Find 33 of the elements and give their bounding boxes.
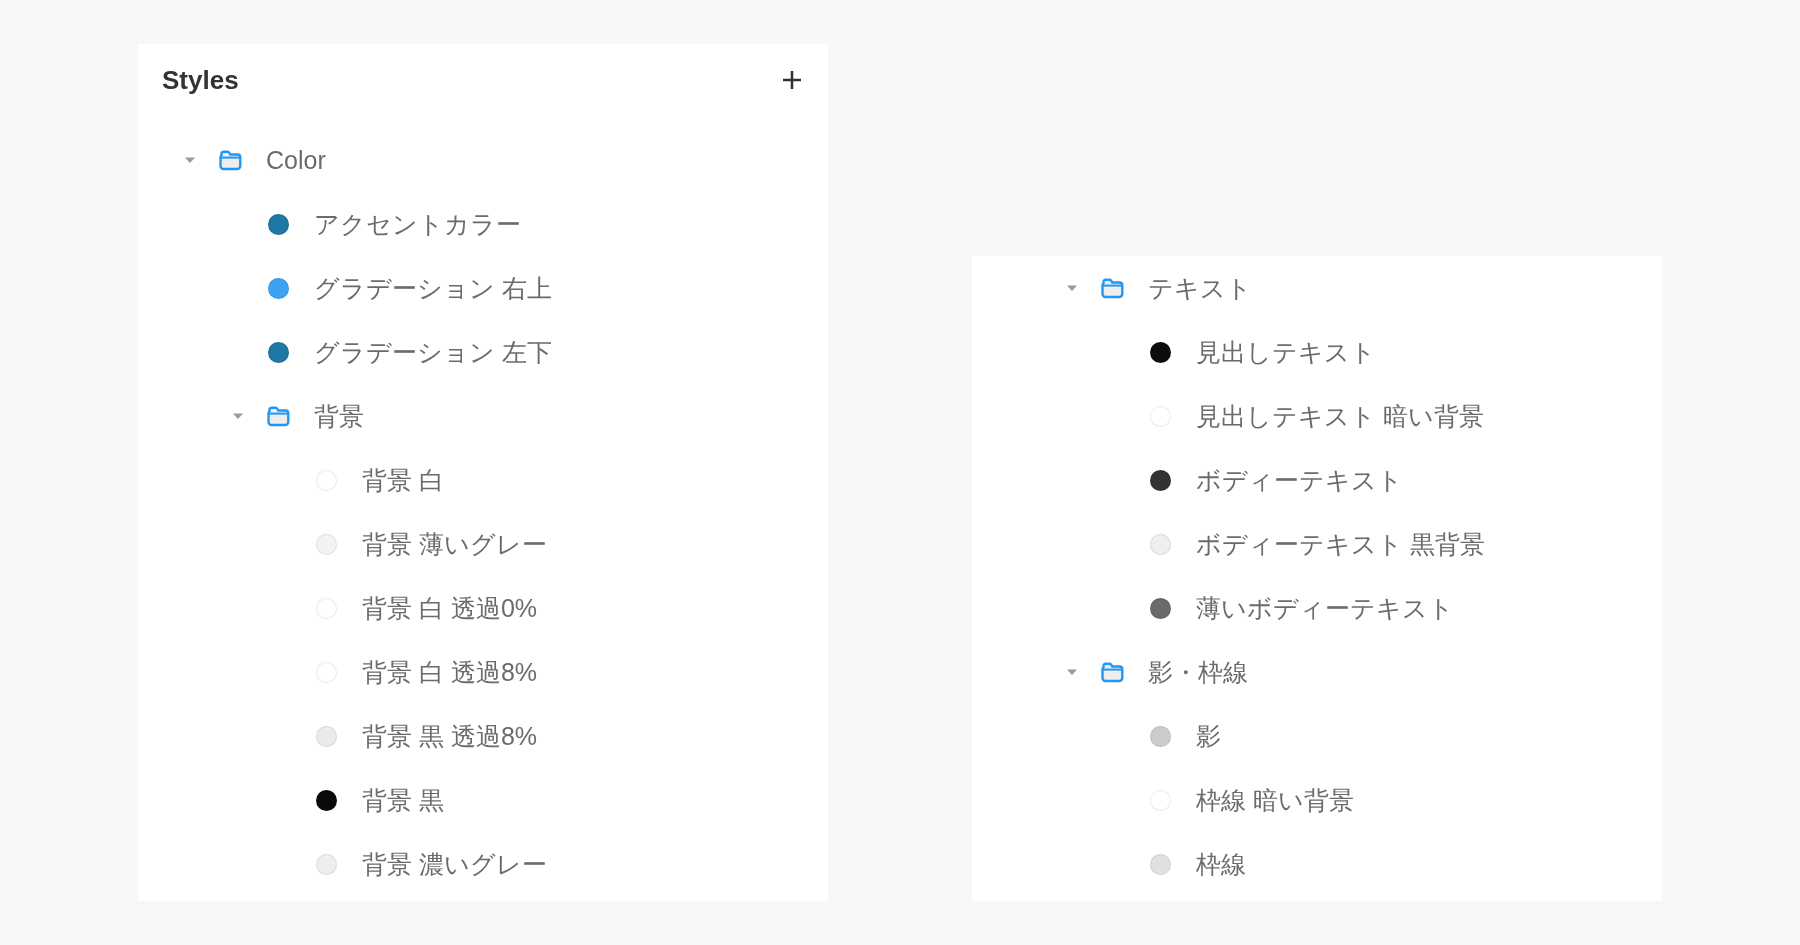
style-label[interactable]: 枠線 xyxy=(1196,849,1246,879)
style-label[interactable]: 影 xyxy=(1196,721,1221,751)
style-label[interactable]: 背景 黒 透過8% xyxy=(362,721,538,751)
folder-label[interactable]: 背景 xyxy=(314,401,364,431)
caret-icon[interactable] xyxy=(1067,283,1077,293)
style-label[interactable]: 背景 白 透過8% xyxy=(362,657,538,687)
add-button[interactable] xyxy=(780,68,804,92)
folder-icon xyxy=(218,149,242,171)
caret-icon[interactable] xyxy=(233,411,243,421)
style-label[interactable]: 見出しテキスト 暗い背景 xyxy=(1196,401,1484,431)
caret-icon[interactable] xyxy=(185,155,195,165)
style-label[interactable]: アクセントカラー xyxy=(314,209,521,239)
folder-label[interactable]: 影・枠線 xyxy=(1148,657,1248,687)
style-label[interactable]: ボディーテキスト 黒背景 xyxy=(1196,529,1485,559)
folder-icon xyxy=(1100,661,1124,683)
plus-icon xyxy=(782,70,802,90)
style-label[interactable]: ボディーテキスト xyxy=(1196,465,1403,495)
style-label[interactable]: グラデーション 左下 xyxy=(314,337,552,367)
style-label[interactable]: 枠線 暗い背景 xyxy=(1196,785,1354,815)
style-label[interactable]: グラデーション 右上 xyxy=(314,273,552,303)
folder-icon xyxy=(266,405,290,427)
caret-icon[interactable] xyxy=(1067,667,1077,677)
style-label[interactable]: 見出しテキスト xyxy=(1196,337,1376,367)
style-label[interactable]: 背景 黒 xyxy=(362,785,444,815)
panel-title: Styles xyxy=(162,67,239,93)
folder-label[interactable]: テキスト xyxy=(1148,273,1252,303)
style-label[interactable]: 背景 濃いグレー xyxy=(362,849,547,879)
style-label[interactable]: 背景 薄いグレー xyxy=(362,529,547,559)
folder-icon xyxy=(1100,277,1124,299)
style-label[interactable]: 薄いボディーテキスト xyxy=(1196,593,1454,623)
style-label[interactable]: 背景 白 xyxy=(362,465,444,495)
style-label[interactable]: 背景 白 透過0% xyxy=(362,593,538,623)
folder-label[interactable]: Color xyxy=(266,145,326,175)
